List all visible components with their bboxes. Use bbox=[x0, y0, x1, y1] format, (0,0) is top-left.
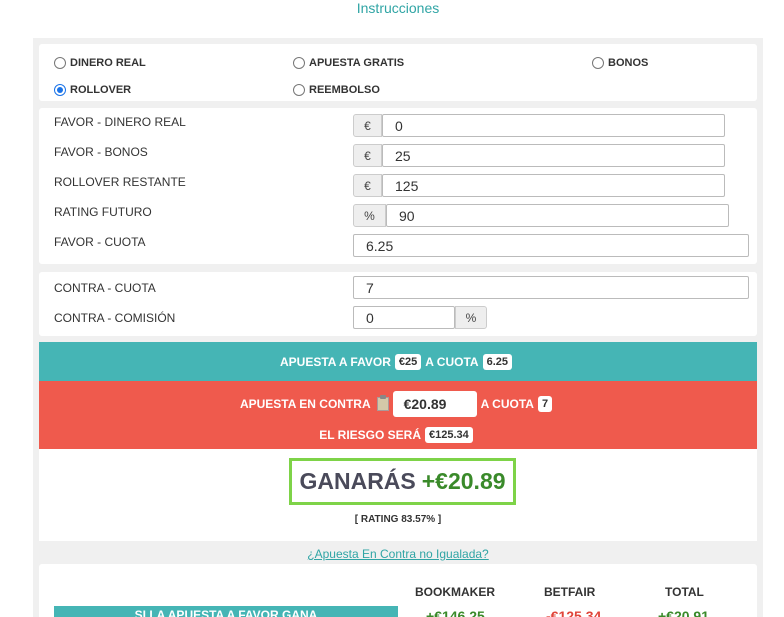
favor-dinero-real-label: FAVOR - DINERO REAL bbox=[54, 115, 186, 129]
riesgo-row: EL RIESGO SERÁ €125.34 bbox=[39, 427, 757, 443]
euro-addon: € bbox=[353, 144, 382, 167]
row-label-favor-gana: SI LA APUESTA A FAVOR GANA bbox=[54, 606, 398, 617]
radio-dot[interactable] bbox=[293, 57, 305, 69]
instructions-link[interactable]: Instrucciones bbox=[0, 0, 784, 17]
favor-dinero-real-input[interactable]: 0 bbox=[382, 114, 725, 137]
header-bookmaker: BOOKMAKER bbox=[415, 585, 495, 599]
favor-cuota-label: FAVOR - CUOTA bbox=[54, 235, 146, 249]
profit-box: GANARÁS +€20.89 bbox=[289, 458, 516, 505]
header-betfair: BETFAIR bbox=[544, 585, 596, 599]
profit-value: +€20.89 bbox=[421, 468, 506, 494]
betfair-value: -€125.34 bbox=[546, 608, 602, 617]
radio-apuesta-gratis[interactable]: APUESTA GRATIS bbox=[293, 57, 404, 69]
rating-futuro-label: RATING FUTURO bbox=[54, 205, 152, 219]
euro-addon: € bbox=[353, 174, 382, 197]
radio-dot-selected[interactable] bbox=[54, 84, 66, 96]
favor-bonos-label: FAVOR - BONOS bbox=[54, 145, 148, 159]
ganaras-label: GANARÁS bbox=[299, 468, 416, 494]
radio-label: DINERO REAL bbox=[70, 57, 146, 69]
favor-odds-badge: 6.25 bbox=[482, 353, 512, 370]
favor-panel: FAVOR - DINERO REAL € 0 FAVOR - BONOS € … bbox=[39, 108, 757, 264]
apuesta-favor-label: APUESTA A FAVOR bbox=[279, 354, 391, 369]
radio-rollover[interactable]: ROLLOVER bbox=[54, 84, 131, 96]
contra-cuota-label: CONTRA - CUOTA bbox=[54, 281, 156, 295]
radio-label: BONOS bbox=[608, 57, 649, 69]
radio-label: REEMBOLSO bbox=[309, 84, 380, 96]
bookmaker-value: +€146.25 bbox=[426, 608, 485, 617]
radio-bonos[interactable]: BONOS bbox=[592, 57, 648, 69]
contra-comision-label: CONTRA - COMISIÓN bbox=[54, 311, 176, 325]
radio-label: ROLLOVER bbox=[70, 84, 132, 96]
favor-bonos-input[interactable]: 25 bbox=[382, 144, 725, 167]
contra-odds-badge: 7 bbox=[537, 396, 553, 412]
total-value: +€20.91 bbox=[658, 608, 709, 617]
favor-stake-badge: €25 bbox=[394, 353, 422, 370]
contra-summary-bar: APUESTA EN CONTRA €20.89 A CUOTA 7 EL RI… bbox=[39, 381, 757, 449]
percent-addon: % bbox=[353, 204, 386, 227]
contra-cuota-input[interactable]: 7 bbox=[353, 276, 749, 299]
contra-stake-row: APUESTA EN CONTRA €20.89 A CUOTA 7 bbox=[39, 391, 757, 417]
radio-reembolso[interactable]: REEMBOLSO bbox=[293, 84, 380, 96]
mode-selector: DINERO REAL APUESTA GRATIS BONOS ROLLOVE… bbox=[39, 44, 757, 101]
contra-panel: CONTRA - CUOTA 7 CONTRA - COMISIÓN 0 % bbox=[39, 272, 757, 336]
contra-stake-value[interactable]: €20.89 bbox=[392, 391, 477, 417]
radio-dinero-real[interactable]: DINERO REAL bbox=[54, 57, 146, 69]
apuesta-contra-label: APUESTA EN CONTRA bbox=[239, 397, 371, 411]
radio-label: APUESTA GRATIS bbox=[309, 57, 405, 69]
radio-dot[interactable] bbox=[592, 57, 604, 69]
favor-cuota-input[interactable]: 6.25 bbox=[353, 234, 749, 257]
riesgo-label: EL RIESGO SERÁ bbox=[319, 428, 422, 442]
rollover-restante-label: ROLLOVER RESTANTE bbox=[54, 175, 186, 189]
radio-dot[interactable] bbox=[293, 84, 305, 96]
rating-futuro-input[interactable]: 90 bbox=[386, 204, 729, 227]
contra-comision-input[interactable]: 0 bbox=[353, 306, 455, 329]
euro-addon: € bbox=[353, 114, 382, 137]
calculator: DINERO REAL APUESTA GRATIS BONOS ROLLOVE… bbox=[33, 38, 763, 617]
result-panel: GANARÁS +€20.89 [ RATING 83.57% ] bbox=[39, 449, 757, 541]
a-cuota-label: A CUOTA bbox=[480, 397, 534, 411]
a-cuota-label: A CUOTA bbox=[425, 354, 479, 369]
outcome-table: BOOKMAKER BETFAIR TOTAL SI LA APUESTA A … bbox=[39, 564, 757, 617]
rating-text: [ RATING 83.57% ] bbox=[354, 514, 442, 525]
rollover-restante-input[interactable]: 125 bbox=[382, 174, 725, 197]
radio-dot[interactable] bbox=[54, 57, 66, 69]
header-total: TOTAL bbox=[665, 585, 704, 599]
favor-summary-bar: APUESTA A FAVOR €25 A CUOTA 6.25 bbox=[39, 342, 757, 381]
clipboard-icon[interactable] bbox=[376, 395, 389, 411]
riesgo-badge: €125.34 bbox=[425, 427, 473, 443]
unmatched-bet-link[interactable]: ¿Apuesta En Contra no Igualada? bbox=[33, 547, 763, 561]
percent-addon: % bbox=[455, 306, 487, 329]
